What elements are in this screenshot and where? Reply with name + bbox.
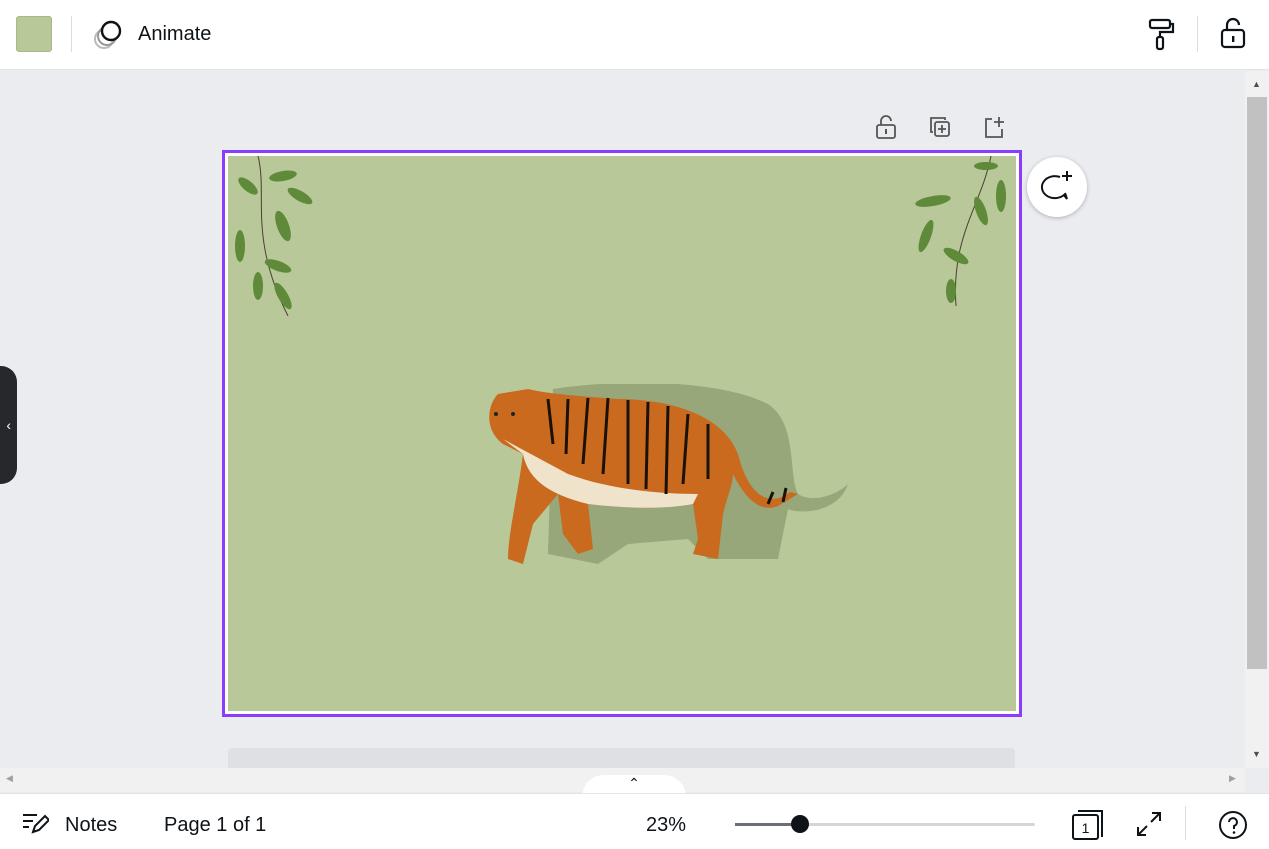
vertical-scrollbar[interactable]: ▲ ▼ <box>1245 71 1269 768</box>
page-background <box>228 156 1016 711</box>
scroll-up-arrow-icon[interactable]: ▲ <box>1252 79 1261 89</box>
animate-button[interactable]: Animate <box>92 18 211 50</box>
scroll-right-arrow-icon[interactable]: ▶ <box>1229 773 1236 784</box>
help-button[interactable] <box>1217 809 1249 841</box>
scroll-left-arrow-icon[interactable]: ◀ <box>6 773 13 784</box>
next-page-placeholder[interactable] <box>228 748 1015 768</box>
tiger-image[interactable] <box>468 384 858 574</box>
canvas-area: ‹ <box>0 71 1245 768</box>
page-indicator[interactable]: Page 1 of 1 <box>164 814 266 837</box>
paint-roller-icon <box>1148 18 1175 51</box>
divider <box>71 16 72 52</box>
zoom-level[interactable]: 23% <box>646 814 686 837</box>
bottom-bar: Notes Page 1 of 1 23% 1 <box>0 793 1269 849</box>
notes-icon[interactable] <box>20 810 50 836</box>
duplicate-page-button[interactable] <box>926 113 954 141</box>
unlock-icon <box>876 115 896 139</box>
notes-button[interactable]: Notes <box>65 814 117 837</box>
add-page-icon <box>985 117 1004 138</box>
chevron-left-icon: ‹ <box>6 417 11 433</box>
divider <box>1197 16 1198 52</box>
vertical-scrollbar-thumb[interactable] <box>1247 97 1267 669</box>
background-color-swatch[interactable] <box>16 16 52 52</box>
animate-icon <box>94 20 122 49</box>
scroll-down-arrow-icon[interactable]: ▼ <box>1252 749 1261 759</box>
add-comment-button[interactable] <box>1027 157 1087 217</box>
zoom-slider[interactable] <box>735 815 1035 833</box>
unlock-icon <box>1220 17 1246 49</box>
divider <box>1185 806 1186 840</box>
lock-page-button[interactable] <box>872 113 900 141</box>
page-grid-button[interactable]: 1 <box>1070 807 1106 841</box>
animate-label: Animate <box>138 22 212 45</box>
zoom-slider-knob[interactable] <box>791 815 809 833</box>
help-icon <box>1219 811 1247 839</box>
pages-count: 1 <box>1082 820 1090 836</box>
chevron-up-icon: ⌃ <box>628 775 640 791</box>
design-page[interactable] <box>222 150 1022 717</box>
leaves-top-left-image[interactable] <box>228 156 318 316</box>
comment-add-icon <box>1040 171 1072 200</box>
copy-style-button[interactable] <box>1144 16 1178 52</box>
lock-button[interactable] <box>1216 14 1250 52</box>
add-page-button[interactable] <box>980 113 1008 141</box>
fullscreen-button[interactable] <box>1134 809 1164 839</box>
leaves-top-right-image[interactable] <box>911 156 1016 306</box>
collapse-side-panel-button[interactable]: ‹ <box>0 366 17 484</box>
expand-icon <box>1137 812 1161 836</box>
top-toolbar: Animate <box>0 0 1269 70</box>
pages-icon: 1 <box>1072 810 1103 840</box>
duplicate-icon <box>930 117 950 137</box>
